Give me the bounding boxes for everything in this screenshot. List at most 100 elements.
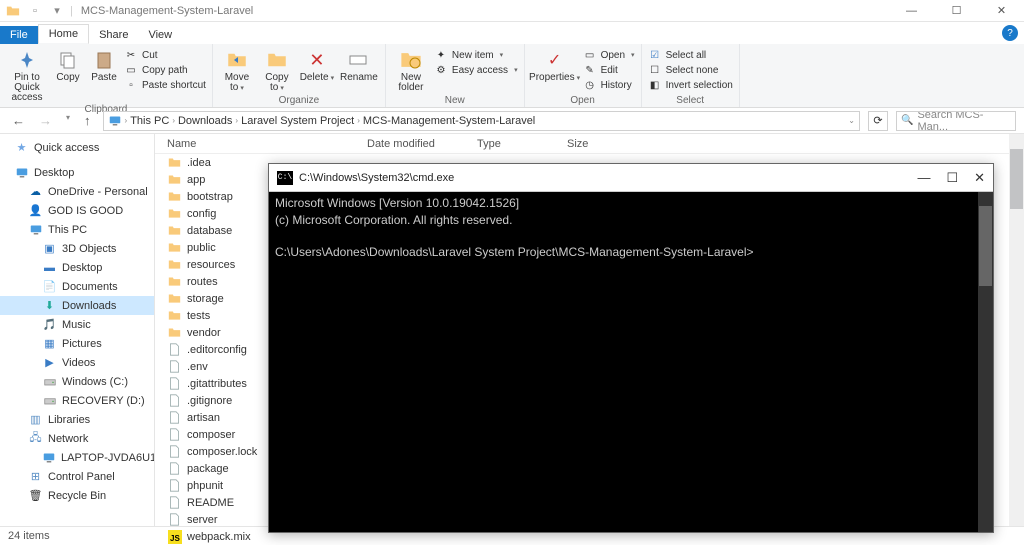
move-to-button[interactable]: Move to▾ <box>219 46 255 93</box>
sidebar-item[interactable]: 👤GOD IS GOOD <box>0 201 154 220</box>
copy-path-button[interactable]: ▭Copy path <box>124 63 206 77</box>
file-name: composer.lock <box>187 446 257 458</box>
cmd-title: C:\Windows\System32\cmd.exe <box>299 172 454 184</box>
new-folder-button[interactable]: New folder <box>392 46 430 93</box>
tab-home[interactable]: Home <box>38 24 89 44</box>
sidebar-recycle-bin[interactable]: 🗑Recycle Bin <box>0 486 154 505</box>
help-icon[interactable]: ? <box>1002 25 1018 41</box>
sidebar-drive-d[interactable]: RECOVERY (D:) <box>0 391 154 410</box>
column-type[interactable]: Type <box>465 138 555 150</box>
sidebar-downloads[interactable]: ⬇Downloads <box>0 296 154 315</box>
file-name: routes <box>187 276 218 288</box>
qat-icon[interactable]: ▫ <box>26 2 44 20</box>
file-name: .env <box>187 361 208 373</box>
invert-selection-button[interactable]: ◧Invert selection <box>648 78 733 92</box>
qat-icon[interactable]: ▾ <box>48 2 66 20</box>
sidebar-libraries[interactable]: ▥Libraries <box>0 410 154 429</box>
file-name: vendor <box>187 327 221 339</box>
pin-to-quick-access-button[interactable]: Pin to Quick access <box>6 46 48 103</box>
cmd-close-button[interactable]: ✕ <box>974 170 985 186</box>
file-name: phpunit <box>187 480 223 492</box>
folder-icon <box>167 257 182 272</box>
sidebar-desktop[interactable]: Desktop <box>0 163 154 182</box>
cut-button[interactable]: ✂Cut <box>124 48 206 62</box>
sidebar-onedrive[interactable]: ☁OneDrive - Personal <box>0 182 154 201</box>
file-name: composer <box>187 429 235 441</box>
folder-icon <box>167 189 182 204</box>
select-none-button[interactable]: ☐Select none <box>648 63 733 77</box>
cmd-output[interactable]: Microsoft Windows [Version 10.0.19042.15… <box>269 192 993 532</box>
cmd-maximize-button[interactable]: ☐ <box>946 170 958 186</box>
search-input[interactable]: 🔍Search MCS-Man... <box>896 111 1016 131</box>
file-icon <box>167 376 182 391</box>
copy-to-button[interactable]: Copy to▾ <box>259 46 295 93</box>
tab-share[interactable]: Share <box>89 26 138 44</box>
sidebar-drive-c[interactable]: Windows (C:) <box>0 372 154 391</box>
forward-button[interactable]: → <box>35 111 56 130</box>
column-date[interactable]: Date modified <box>355 138 465 150</box>
file-name: bootstrap <box>187 191 233 203</box>
refresh-button[interactable]: ⟳ <box>868 111 888 131</box>
folder-icon <box>167 274 182 289</box>
file-name: .editorconfig <box>187 344 247 356</box>
tab-view[interactable]: View <box>138 26 182 44</box>
edit-button[interactable]: ✎Edit <box>583 63 635 77</box>
group-label: Select <box>648 94 733 106</box>
maximize-button[interactable]: ☐ <box>934 0 979 22</box>
sidebar-network[interactable]: 🖧Network <box>0 429 154 448</box>
folder-icon <box>167 240 182 255</box>
cmd-window[interactable]: C:\ C:\Windows\System32\cmd.exe — ☐ ✕ Mi… <box>268 163 994 533</box>
column-name[interactable]: Name <box>155 138 355 150</box>
sidebar-desktop[interactable]: ▬Desktop <box>0 258 154 277</box>
delete-button[interactable]: ✕Delete▾ <box>299 46 335 83</box>
address-bar[interactable]: › This PC› Downloads› Laravel System Pro… <box>103 111 860 131</box>
sidebar-control-panel[interactable]: ⊞Control Panel <box>0 467 154 486</box>
file-icon <box>167 478 182 493</box>
cmd-icon: C:\ <box>277 171 293 185</box>
rename-button[interactable]: Rename <box>339 46 379 83</box>
file-name: .gitignore <box>187 395 232 407</box>
cmd-scrollbar[interactable] <box>978 192 993 532</box>
recent-button[interactable]: ▾ <box>62 111 74 130</box>
breadcrumb[interactable]: Laravel System Project <box>241 115 354 127</box>
column-size[interactable]: Size <box>555 138 625 150</box>
new-item-button[interactable]: ✦New item▾ <box>434 48 518 62</box>
minimize-button[interactable]: — <box>889 0 934 22</box>
file-name: README <box>187 497 234 509</box>
copy-button[interactable]: Copy <box>52 46 84 83</box>
sidebar-laptop[interactable]: LAPTOP-JVDA6U1D <box>0 448 154 467</box>
pc-icon <box>108 115 122 127</box>
file-icon <box>167 393 182 408</box>
folder-icon <box>167 206 182 221</box>
history-button[interactable]: ◷History <box>583 78 635 92</box>
sidebar-music[interactable]: 🎵Music <box>0 315 154 334</box>
file-icon <box>167 359 182 374</box>
sidebar-quick-access[interactable]: ★Quick access <box>0 138 154 157</box>
sidebar-pictures[interactable]: ▦Pictures <box>0 334 154 353</box>
breadcrumb[interactable]: MCS-Management-System-Laravel <box>363 115 535 127</box>
vertical-scrollbar[interactable] <box>1009 134 1024 526</box>
folder-icon <box>167 291 182 306</box>
paste-button[interactable]: Paste <box>88 46 120 83</box>
back-button[interactable]: ← <box>8 111 29 130</box>
up-button[interactable]: ↑ <box>80 111 95 130</box>
easy-access-button[interactable]: ⚙Easy access▾ <box>434 63 518 77</box>
sidebar-this-pc[interactable]: This PC <box>0 220 154 239</box>
breadcrumb[interactable]: This PC <box>130 115 169 127</box>
select-all-button[interactable]: ☑Select all <box>648 48 733 62</box>
folder-icon <box>167 325 182 340</box>
file-icon <box>167 410 182 425</box>
open-button[interactable]: ▭Open▾ <box>583 48 635 62</box>
cmd-minimize-button[interactable]: — <box>917 170 930 185</box>
tab-file[interactable]: File <box>0 26 38 44</box>
sidebar-documents[interactable]: 📄Documents <box>0 277 154 296</box>
file-name: resources <box>187 259 235 271</box>
close-button[interactable]: ✕ <box>979 0 1024 22</box>
sidebar-3d-objects[interactable]: ▣3D Objects <box>0 239 154 258</box>
file-icon <box>167 512 182 527</box>
properties-button[interactable]: ✓Properties▾ <box>531 46 579 83</box>
paste-shortcut-button[interactable]: ▫Paste shortcut <box>124 78 206 92</box>
sidebar-videos[interactable]: ▶Videos <box>0 353 154 372</box>
breadcrumb[interactable]: Downloads <box>178 115 232 127</box>
file-icon <box>167 444 182 459</box>
